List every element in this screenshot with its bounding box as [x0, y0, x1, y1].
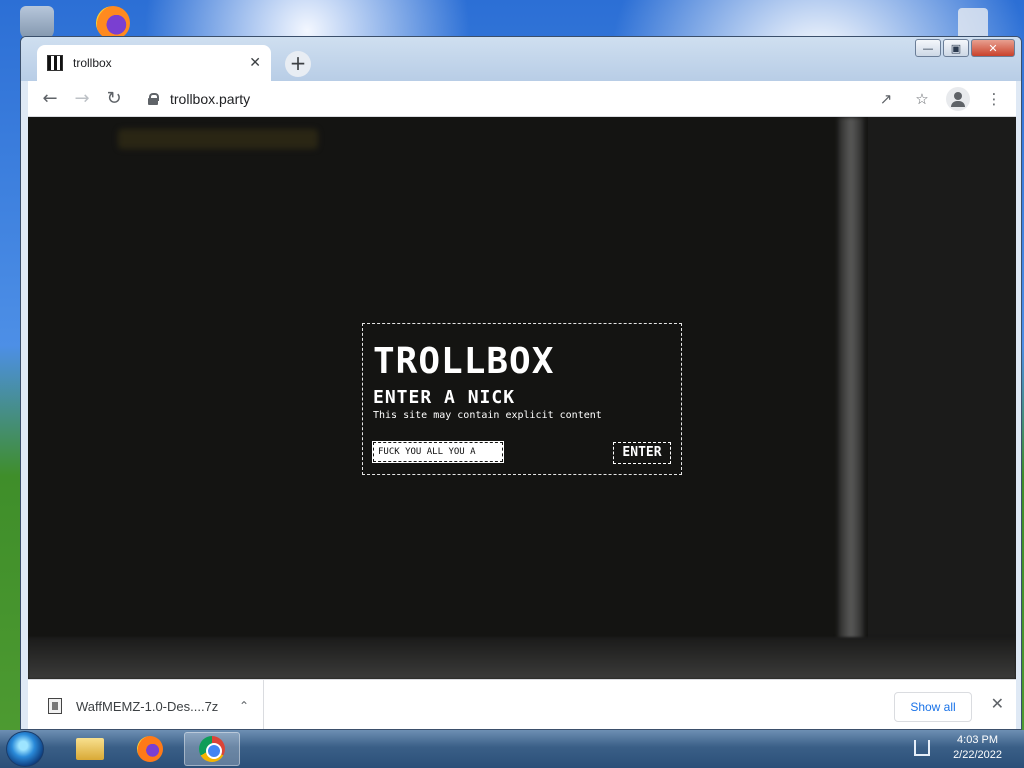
- page-viewport: TROLLBOX ENTER A NICK This site may cont…: [28, 117, 1016, 679]
- share-icon[interactable]: ↗: [874, 87, 898, 111]
- close-shelf-icon[interactable]: ✕: [991, 694, 1004, 713]
- title-bar[interactable]: — ▣ ✕ trollbox ✕ +: [21, 37, 1021, 81]
- chrome-icon: [199, 736, 225, 762]
- bookmark-star-icon[interactable]: ☆: [910, 87, 934, 111]
- modal-title: TROLLBOX: [373, 341, 555, 382]
- system-clock[interactable]: 4:03 PM 2/22/2022: [953, 733, 1002, 763]
- address-bar[interactable]: trollbox.party: [136, 85, 1002, 113]
- minimize-button[interactable]: —: [915, 39, 941, 57]
- enter-button[interactable]: ENTER: [613, 442, 671, 464]
- download-shelf: WaffMEMZ-1.0-Des....7z ⌃ Show all ✕: [28, 679, 1016, 729]
- archive-file-icon: [48, 698, 62, 714]
- download-item[interactable]: WaffMEMZ-1.0-Des....7z ⌃: [28, 680, 264, 729]
- minimize-icon: —: [922, 41, 934, 55]
- lock-icon[interactable]: [148, 93, 159, 105]
- close-icon: ✕: [988, 41, 998, 55]
- chevron-up-icon[interactable]: ⌃: [239, 699, 249, 713]
- show-all-button[interactable]: Show all: [894, 692, 972, 722]
- browser-toolbar: ← → ↻ trollbox.party ↗ ☆ ⋮: [28, 81, 1016, 117]
- clock-time: 4:03 PM: [957, 734, 999, 746]
- explicit-warning: This site may contain explicit content: [373, 410, 602, 421]
- new-tab-button[interactable]: +: [285, 51, 311, 77]
- toolbar-actions: ↗ ☆ ⋮: [874, 87, 1006, 111]
- taskbar-explorer[interactable]: [62, 732, 118, 766]
- network-tray-icon[interactable]: [914, 740, 930, 756]
- tab-title: trollbox: [73, 56, 112, 70]
- window-controls: — ▣ ✕: [915, 39, 1015, 57]
- back-arrow-icon[interactable]: ←: [38, 87, 62, 111]
- menu-kebab-icon[interactable]: ⋮: [982, 87, 1006, 111]
- favicon-icon: [47, 55, 63, 71]
- modal-subtitle: ENTER A NICK: [373, 387, 516, 408]
- reload-icon[interactable]: ↻: [102, 87, 126, 111]
- blurred-header: [118, 129, 318, 149]
- taskbar-firefox[interactable]: [122, 732, 178, 766]
- restore-button[interactable]: ▣: [943, 39, 969, 57]
- browser-window: — ▣ ✕ trollbox ✕ + ← → ↻ trollbox.party …: [20, 36, 1022, 730]
- forward-arrow-icon[interactable]: →: [70, 87, 94, 111]
- firefox-icon: [137, 736, 163, 762]
- download-filename[interactable]: WaffMEMZ-1.0-Des....7z: [76, 699, 239, 714]
- nick-input[interactable]: [372, 441, 504, 463]
- clock-date: 2/22/2022: [953, 749, 1002, 761]
- folder-icon: [76, 738, 104, 760]
- tab-close-icon[interactable]: ✕: [249, 55, 261, 71]
- taskbar-chrome[interactable]: [184, 732, 240, 766]
- close-window-button[interactable]: ✕: [971, 39, 1015, 57]
- blurred-sidebar: [868, 117, 1016, 657]
- blurred-input-bar: [28, 637, 1016, 679]
- start-button[interactable]: [6, 731, 44, 767]
- restore-icon: ▣: [950, 41, 962, 55]
- tab-trollbox[interactable]: trollbox ✕: [37, 45, 271, 81]
- profile-icon[interactable]: [946, 87, 970, 111]
- firefox-desktop-icon[interactable]: [96, 6, 130, 40]
- recycle-bin-icon[interactable]: [20, 6, 54, 40]
- blurred-scrollbar: [838, 117, 864, 657]
- taskbar: 4:03 PM 2/22/2022: [0, 730, 1024, 768]
- nick-modal: TROLLBOX ENTER A NICK This site may cont…: [362, 323, 682, 475]
- url-text[interactable]: trollbox.party: [170, 91, 250, 107]
